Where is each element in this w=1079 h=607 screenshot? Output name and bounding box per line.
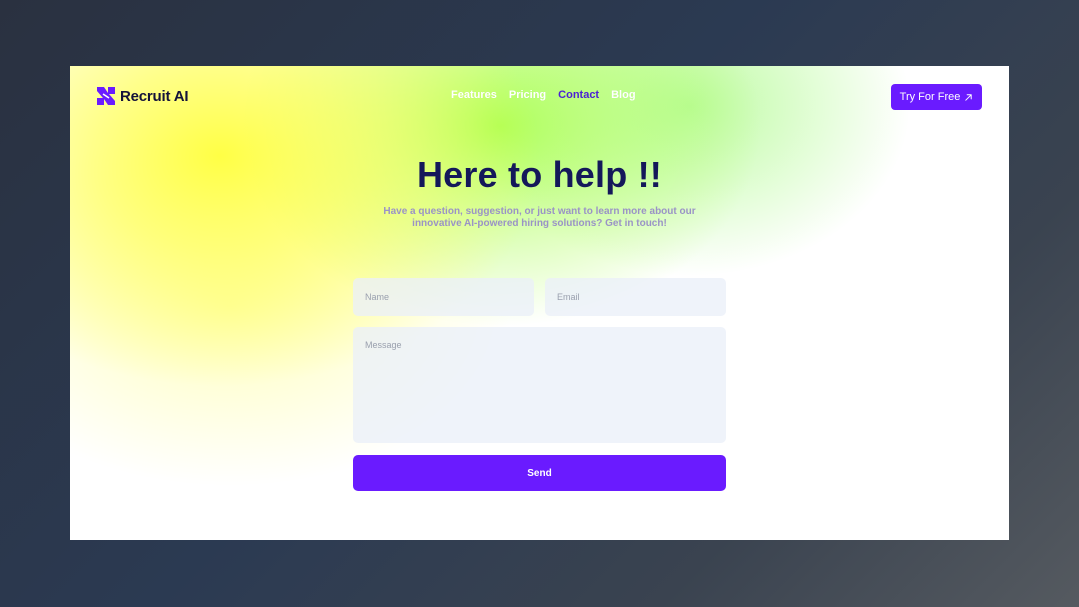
main-nav: Features Pricing Contact Blog (451, 89, 636, 101)
send-button[interactable]: Send (353, 455, 726, 491)
nav-item-features[interactable]: Features (451, 89, 497, 101)
subtitle-line-1: Have a question, suggestion, or just wan… (383, 206, 696, 217)
try-for-free-button[interactable]: Try For Free (891, 84, 982, 110)
try-for-free-label: Try For Free (899, 91, 961, 103)
recruit-ai-logo-icon (97, 87, 115, 105)
nav-item-blog[interactable]: Blog (611, 89, 635, 101)
browser-frame: Recruit AI Features Pricing Contact Blog… (70, 66, 1009, 540)
nav-item-contact[interactable]: Contact (558, 89, 599, 101)
subtitle-line-2: innovative AI-powered hiring solutions? … (412, 218, 667, 229)
brand-logo[interactable]: Recruit AI (97, 87, 188, 105)
email-input[interactable] (545, 278, 726, 316)
name-input[interactable] (353, 278, 534, 316)
page-subtitle: Have a question, suggestion, or just wan… (70, 206, 1009, 230)
arrow-up-right-icon (965, 93, 973, 101)
page-title: Here to help !! (416, 154, 662, 195)
message-textarea[interactable] (353, 327, 726, 443)
brand-name: Recruit AI (120, 87, 189, 105)
nav-item-pricing[interactable]: Pricing (509, 89, 546, 101)
